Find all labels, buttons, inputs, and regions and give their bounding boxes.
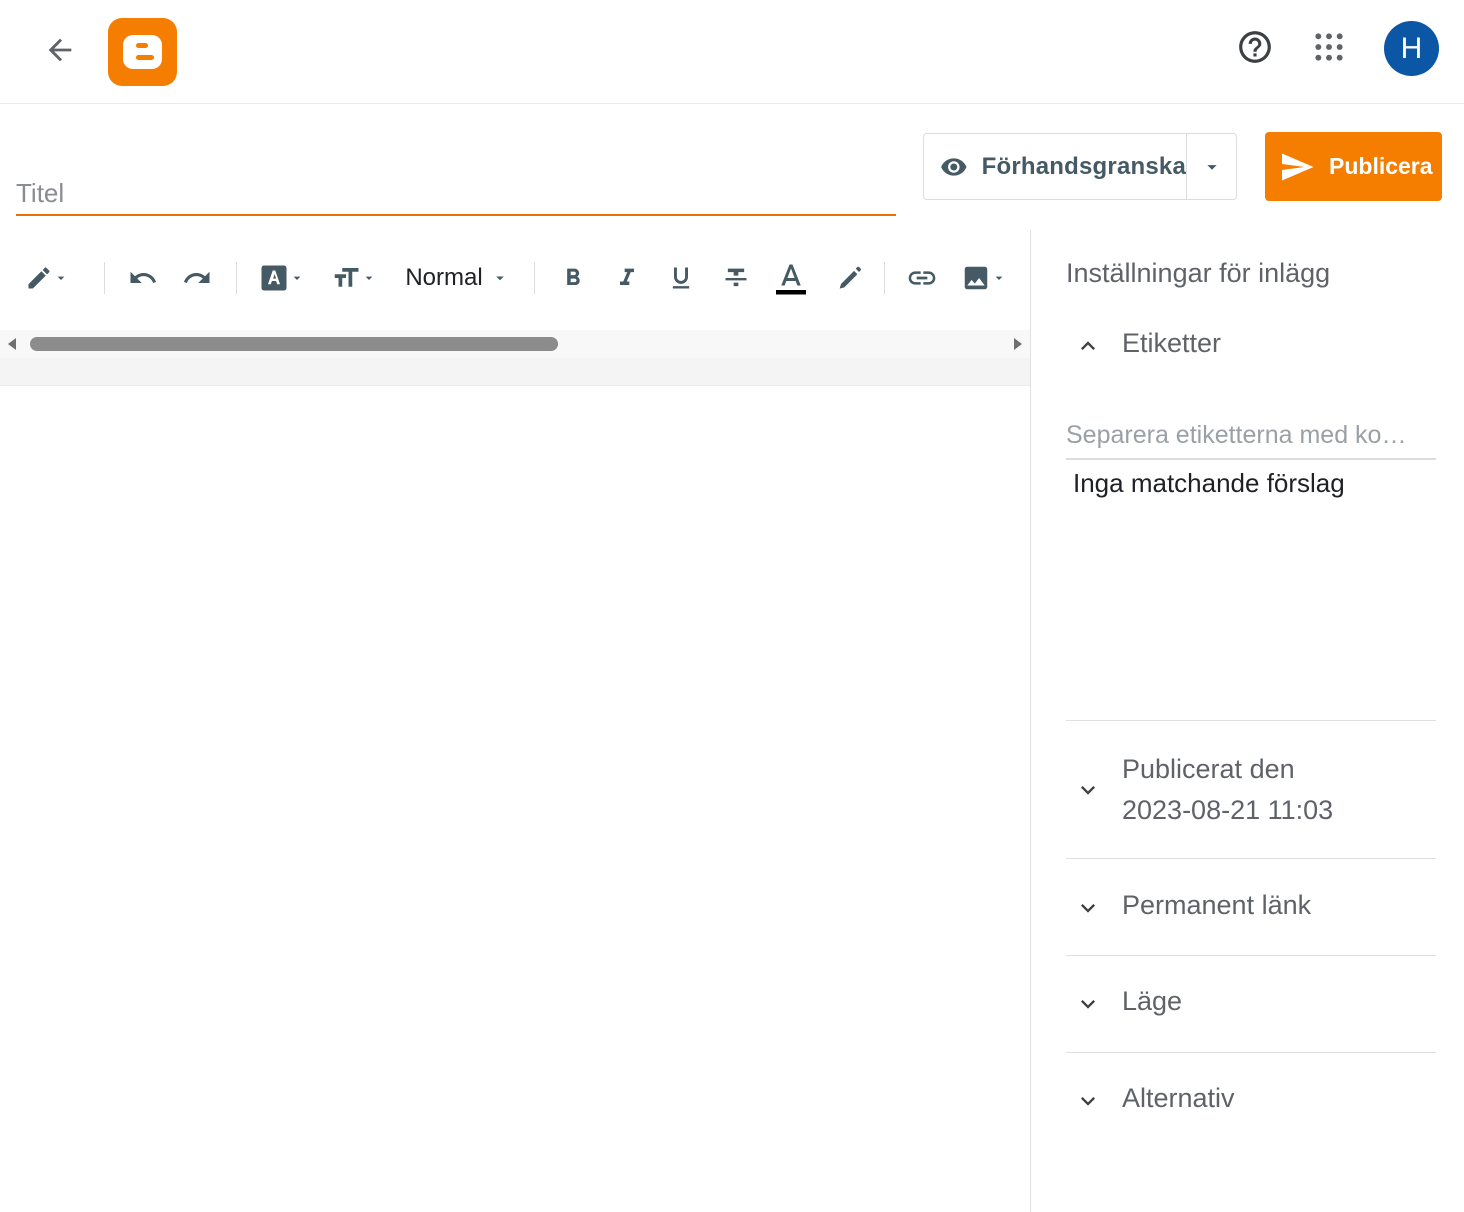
italic-icon (620, 268, 634, 285)
link-button[interactable] (900, 244, 944, 312)
formatting-toolbar: Normal (0, 244, 1030, 312)
bold-button[interactable] (552, 244, 594, 312)
chevron-down-icon (1081, 904, 1095, 913)
blogger-logo[interactable] (108, 18, 177, 86)
strikethrough-icon (725, 268, 747, 287)
highlighter-icon (835, 266, 861, 290)
scroll-left-icon[interactable] (6, 336, 18, 352)
divider (1066, 1052, 1436, 1053)
post-body-editor[interactable] (0, 387, 1030, 1212)
section-options-title: Alternativ (1122, 1083, 1235, 1113)
toolbar-separator (236, 262, 237, 294)
top-bar: H (0, 0, 1464, 104)
toolbar-separator (104, 262, 105, 294)
chevron-up-icon (1081, 341, 1095, 350)
caret-down-icon (57, 276, 65, 280)
scroll-right-icon[interactable] (1012, 336, 1024, 352)
published-date: 2023-08-21 11:03 (1122, 795, 1334, 825)
pencil-icon (28, 267, 50, 289)
toolbar-separator (884, 262, 885, 294)
paragraph-style-dropdown[interactable]: Normal (398, 244, 516, 312)
toolbar-scrollbar[interactable] (0, 330, 1030, 358)
no-match-message: Inga matchande förslag (1073, 468, 1345, 498)
labels-field (1066, 412, 1436, 460)
panel-divider (1030, 230, 1031, 1212)
caret-down-icon (995, 276, 1003, 280)
help-circle-icon (1239, 31, 1271, 63)
insert-image-button[interactable] (956, 244, 1012, 312)
blogger-logo-icon (123, 35, 162, 69)
divider (1066, 955, 1436, 956)
text-color-icon (776, 264, 806, 295)
undo-button[interactable] (122, 244, 164, 312)
undo-icon (130, 271, 157, 283)
apps-button[interactable] (1304, 22, 1354, 72)
compose-mode-button[interactable] (16, 244, 78, 312)
underline-button[interactable] (660, 244, 702, 312)
section-published-title: Publicerat den (1122, 754, 1295, 784)
section-options[interactable]: Alternativ (1066, 1081, 1436, 1121)
send-icon (1282, 153, 1314, 180)
help-button[interactable] (1230, 22, 1280, 72)
labels-input[interactable] (1066, 412, 1436, 458)
font-family-button[interactable] (254, 244, 310, 312)
chevron-down-icon (1081, 1000, 1095, 1009)
section-location-title: Läge (1122, 986, 1183, 1016)
publish-button[interactable]: Publicera (1265, 132, 1442, 201)
avatar[interactable]: H (1384, 21, 1439, 76)
caret-down-icon (293, 276, 301, 280)
divider (1066, 720, 1436, 721)
chevron-down-icon (1081, 1097, 1095, 1106)
chevron-down-icon (1081, 786, 1095, 795)
bold-icon (567, 268, 580, 285)
editor-top-band (0, 358, 1030, 386)
section-permalink-title: Permanent länk (1122, 890, 1312, 920)
back-button[interactable] (36, 26, 84, 74)
link-icon (908, 271, 936, 285)
text-color-button[interactable] (768, 244, 814, 312)
caret-down-icon (365, 276, 373, 280)
section-labels-title: Etiketter (1122, 328, 1222, 358)
text-size-icon (334, 268, 359, 287)
preview-button[interactable]: Förhandsgranska (924, 134, 1187, 199)
image-icon (964, 266, 988, 290)
publish-label: Publicera (1329, 153, 1433, 179)
section-location[interactable]: Läge (1066, 984, 1436, 1024)
preview-dropdown[interactable] (1187, 134, 1236, 199)
section-permalink[interactable]: Permanent länk (1066, 888, 1436, 928)
caret-down-icon (1206, 164, 1217, 170)
underline-icon (672, 267, 690, 289)
highlight-button[interactable] (824, 244, 870, 312)
caret-down-icon (495, 276, 504, 281)
redo-icon (183, 271, 210, 283)
apps-grid-icon (1315, 33, 1343, 61)
paragraph-style-value: Normal (405, 264, 483, 291)
section-labels[interactable]: Etiketter (1066, 326, 1436, 366)
font-family-icon (261, 265, 287, 291)
redo-button[interactable] (176, 244, 218, 312)
title-input[interactable] (16, 160, 896, 216)
font-size-button[interactable] (326, 244, 382, 312)
section-published[interactable]: Publicerat den 2023-08-21 11:03 (1066, 748, 1436, 838)
italic-button[interactable] (606, 244, 648, 312)
arrow-left-icon (48, 38, 72, 62)
preview-button-group: Förhandsgranska (923, 133, 1237, 200)
title-field (16, 160, 896, 216)
strikethrough-button[interactable] (714, 244, 758, 312)
divider (1066, 858, 1436, 859)
toolbar-separator (534, 262, 535, 294)
scrollbar-thumb[interactable] (30, 337, 558, 351)
preview-label: Förhandsgranska (981, 152, 1186, 180)
eye-icon (941, 157, 967, 176)
post-settings-heading: Inställningar för inlägg (1066, 258, 1331, 288)
